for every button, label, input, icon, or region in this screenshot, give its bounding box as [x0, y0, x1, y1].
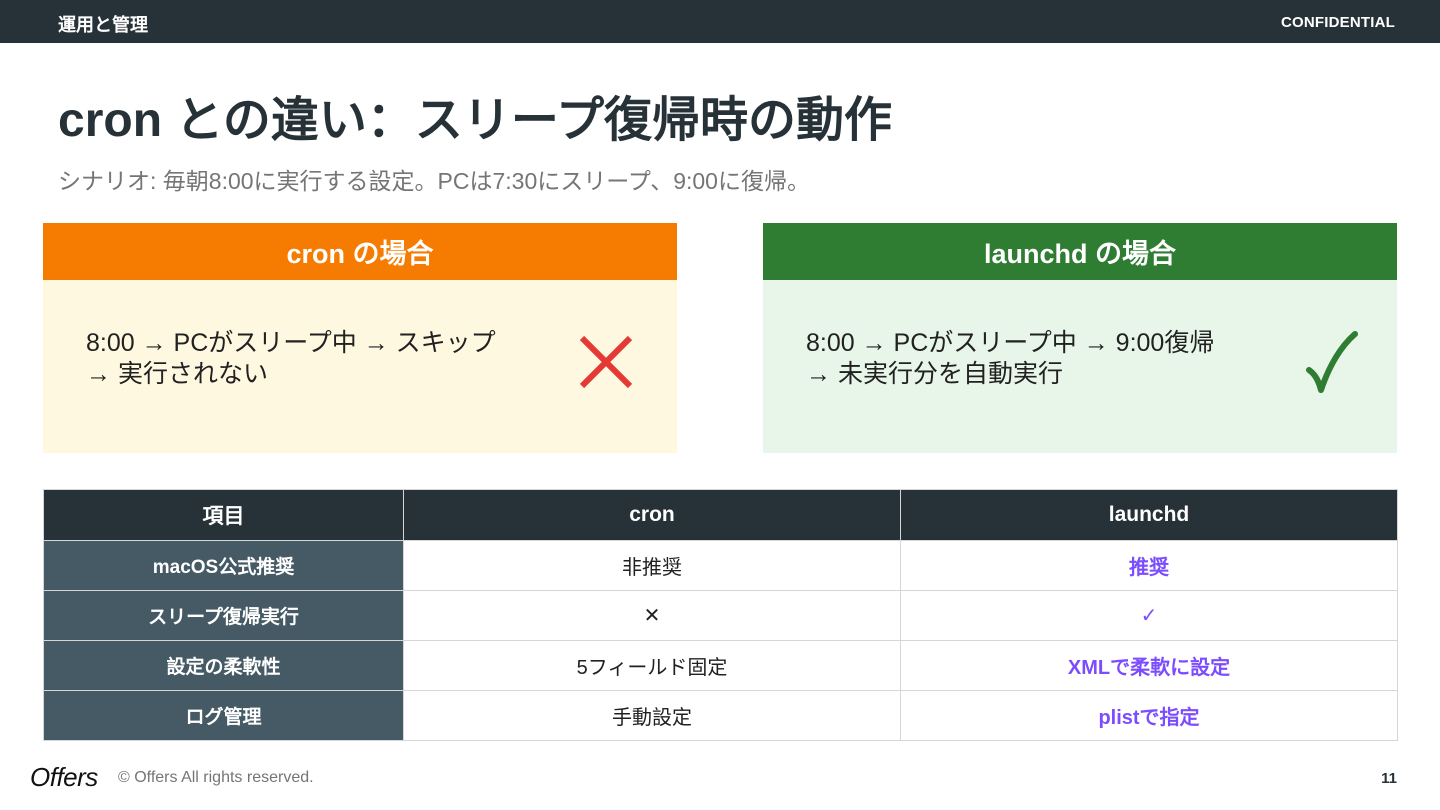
cron-card-text: 8:00 → PCがスリープ中 → スキップ → 実行されない [86, 328, 526, 390]
confidential-label: CONFIDENTIAL [1280, 14, 1395, 31]
table-row: 設定の柔軟性 5フィールド固定 XMLで柔軟に設定 [43, 640, 1398, 691]
cron-card-line-2: → 実行されない [86, 360, 268, 388]
row-label: ログ管理 [43, 690, 404, 741]
copyright-text: © Offers All rights reserved. [118, 769, 314, 786]
launchd-cell: 推奨 [900, 540, 1398, 591]
launchd-card: launchd の場合 8:00 → PCがスリープ中 → 9:00復帰 → 未… [763, 223, 1397, 453]
launchd-cell: ✓ [900, 590, 1398, 641]
table-header-cron: cron [403, 489, 901, 541]
cron-card: cron の場合 8:00 → PCがスリープ中 → スキップ → 実行されない [43, 223, 677, 453]
top-bar: 運用と管理 CONFIDENTIAL [0, 0, 1440, 43]
cross-icon [579, 335, 633, 389]
launchd-cell: plistで指定 [900, 690, 1398, 741]
offers-logo: Offers [30, 762, 98, 792]
slide-subtitle: シナリオ: 毎朝8:00に実行する設定。PCは7:30にスリープ、9:00に復帰… [58, 168, 810, 194]
launchd-card-line-1: 8:00 → PCがスリープ中 → 9:00復帰 [806, 329, 1215, 357]
cron-card-line-1: 8:00 → PCがスリープ中 → スキップ [86, 329, 496, 357]
table-row: macOS公式推奨 非推奨 推奨 [43, 540, 1398, 591]
cron-cell: 5フィールド固定 [403, 640, 901, 691]
page-number: 11 [1381, 770, 1397, 787]
launchd-card-line-2: → 未実行分を自動実行 [806, 360, 1063, 388]
cron-cell: 非推奨 [403, 540, 901, 591]
row-label: 設定の柔軟性 [43, 640, 404, 691]
cron-card-body: 8:00 → PCがスリープ中 → スキップ → 実行されない [43, 280, 677, 453]
comparison-table: 項目 cron launchd macOS公式推奨 非推奨 推奨 スリープ復帰実… [43, 489, 1398, 741]
table-header-launchd: launchd [900, 489, 1398, 541]
row-label: macOS公式推奨 [43, 540, 404, 591]
launchd-card-title: launchd の場合 [763, 223, 1397, 280]
table-row: スリープ復帰実行 ✕ ✓ [43, 590, 1398, 641]
cron-cell: ✕ [403, 590, 901, 641]
row-label: スリープ復帰実行 [43, 590, 404, 641]
cron-card-title: cron の場合 [43, 223, 677, 280]
slide-title: cron との違い：スリープ復帰時の動作 [58, 94, 892, 147]
section-label: 運用と管理 [58, 15, 148, 35]
table-row: ログ管理 手動設定 plistで指定 [43, 690, 1398, 741]
launchd-cell: XMLで柔軟に設定 [900, 640, 1398, 691]
table-header-row: 項目 cron launchd [43, 489, 1398, 541]
table-header-item: 項目 [43, 489, 404, 541]
launchd-card-text: 8:00 → PCがスリープ中 → 9:00復帰 → 未実行分を自動実行 [806, 328, 1246, 390]
cron-cell: 手動設定 [403, 690, 901, 741]
launchd-card-body: 8:00 → PCがスリープ中 → 9:00復帰 → 未実行分を自動実行 [763, 280, 1397, 453]
check-icon [1306, 331, 1358, 393]
